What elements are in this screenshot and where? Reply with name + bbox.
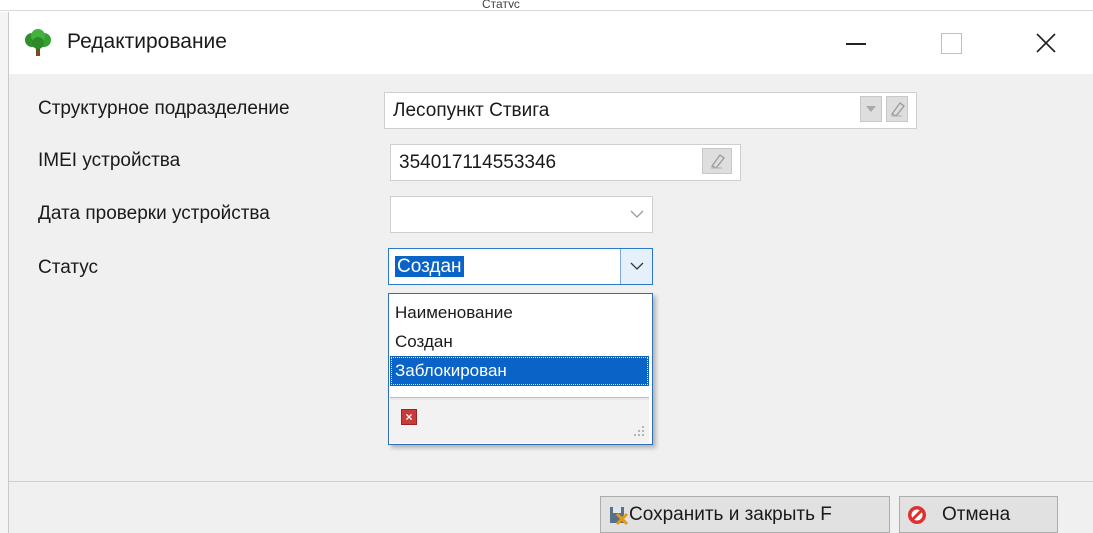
status-option-selected[interactable]: Заблокирован	[390, 356, 649, 386]
status-combo[interactable]: Создан	[388, 248, 653, 285]
minimize-icon	[846, 43, 866, 45]
title-bar[interactable]: Редактирование	[9, 12, 1093, 74]
status-option[interactable]: Создан	[390, 327, 649, 357]
clear-x-icon[interactable]: ×	[401, 409, 417, 425]
background-window-strip: Статус	[0, 0, 1093, 12]
cancel-icon	[908, 505, 926, 524]
check-date-label: Дата проверки устройства	[38, 203, 270, 224]
status-value: Создан	[395, 255, 464, 277]
department-combo[interactable]: Лесопункт Ствига	[384, 92, 917, 129]
department-value: Лесопункт Ствига	[393, 99, 550, 121]
dropdown-footer: ×	[390, 400, 649, 443]
imei-input[interactable]: 354017114553346	[390, 144, 741, 181]
close-button[interactable]	[1019, 12, 1073, 74]
minimize-button[interactable]	[829, 12, 883, 74]
department-label: Структурное подразделение	[38, 98, 290, 119]
resize-grip-icon[interactable]	[633, 425, 645, 437]
cancel-label: Отмена	[942, 503, 1011, 525]
close-icon	[1036, 33, 1056, 53]
status-label: Статус	[38, 257, 99, 278]
save-close-icon	[610, 506, 629, 525]
maximize-icon	[940, 32, 962, 54]
background-divider	[0, 10, 1093, 11]
department-clear-button[interactable]	[886, 96, 908, 122]
eraser-icon	[891, 102, 905, 117]
imei-clear-button[interactable]	[702, 148, 732, 174]
status-option[interactable]: Наименование	[390, 298, 649, 328]
footer-divider	[9, 481, 1093, 482]
chevron-down-icon	[630, 262, 643, 270]
status-dropdown-list: Наименование Создан Заблокирован ×	[388, 293, 653, 445]
save-close-button[interactable]: Сохранить и закрыть F	[600, 496, 890, 533]
save-close-label: Сохранить и закрыть F	[629, 503, 832, 525]
status-value-wrap: Создан	[395, 255, 464, 278]
check-date-picker[interactable]	[390, 196, 653, 233]
cancel-button[interactable]: Отмена	[899, 496, 1058, 533]
imei-value: 354017114553346	[399, 151, 557, 173]
edit-dialog: Редактирование Структурное подразделение…	[9, 12, 1093, 533]
tree-app-icon	[25, 29, 51, 56]
background-text-fragment: Статус	[482, 0, 520, 8]
window-title: Редактирование	[67, 30, 227, 53]
imei-label: IMEI устройства	[38, 150, 181, 171]
chevron-down-icon	[866, 106, 876, 112]
status-dropdown-button[interactable]	[620, 249, 652, 284]
background-window-edge	[0, 12, 9, 533]
department-dropdown-button[interactable]	[860, 96, 882, 122]
chevron-down-icon[interactable]	[630, 210, 644, 219]
maximize-button[interactable]	[924, 12, 978, 74]
eraser-icon	[711, 154, 725, 169]
